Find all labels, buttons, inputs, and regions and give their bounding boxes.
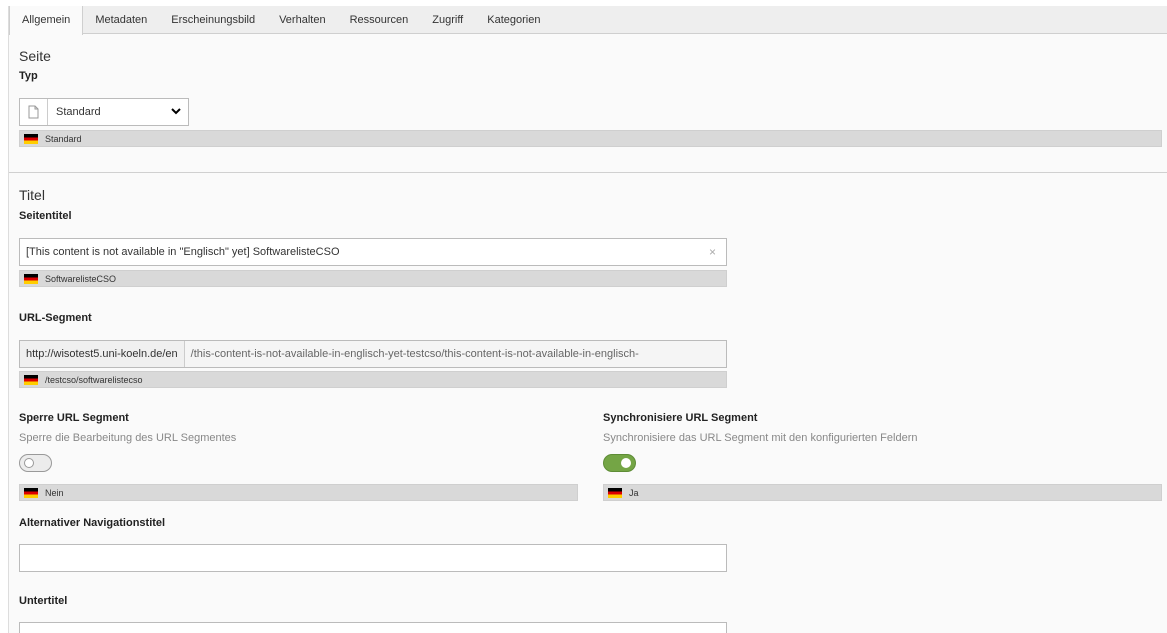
tab-ressourcen[interactable]: Ressourcen	[338, 6, 421, 34]
german-flag-icon	[24, 487, 38, 498]
german-flag-icon	[24, 374, 38, 385]
clear-icon[interactable]: ×	[709, 245, 716, 259]
seitentitel-default-text: SoftwarelisteCSO	[45, 273, 117, 284]
tab-verhalten[interactable]: Verhalten	[267, 6, 337, 34]
url-segment-default-language-value: /testcso/softwarelistecso	[19, 371, 727, 388]
nav-title-label: Alternativer Navigationstitel	[19, 517, 166, 529]
url-segment-input[interactable]: /this-content-is-not-available-in-englis…	[184, 341, 726, 367]
seitentitel-default-language-value: SoftwarelisteCSO	[19, 270, 727, 287]
sperre-url-description: Sperre die Bearbeitung des URL Segmentes	[19, 432, 237, 444]
sperre-url-label: Sperre URL Segment	[19, 412, 129, 424]
tab-kategorien[interactable]: Kategorien	[475, 6, 552, 34]
typ-default-language-value: Standard	[19, 130, 1162, 147]
german-flag-icon	[608, 487, 622, 498]
tab-allgemein[interactable]: Allgemein	[9, 6, 84, 35]
section-titel-heading: Titel	[19, 187, 45, 203]
section-divider	[9, 172, 1167, 173]
sperre-url-default-text: Nein	[45, 487, 64, 498]
sperre-url-default-language-value: Nein	[19, 484, 578, 501]
sync-url-label: Synchronisiere URL Segment	[603, 412, 758, 424]
section-seite-heading: Seite	[19, 48, 51, 64]
seitentitel-label: Seitentitel	[19, 210, 72, 222]
typ-default-text: Standard	[45, 133, 82, 144]
url-prefix: http://wisotest5.uni-koeln.de/en	[20, 341, 185, 367]
typ-label: Typ	[19, 70, 38, 82]
url-segment-field[interactable]: http://wisotest5.uni-koeln.de/en /this-c…	[19, 340, 727, 368]
chevron-down-icon	[164, 107, 188, 118]
toggle-knob	[621, 458, 631, 468]
sync-url-default-text: Ja	[629, 487, 639, 498]
url-segment-label: URL-Segment	[19, 312, 92, 324]
seitentitel-input-value: [This content is not available in "Engli…	[26, 246, 340, 258]
tab-zugriff[interactable]: Zugriff	[420, 6, 475, 34]
url-segment-default-text: /testcso/softwarelistecso	[45, 374, 143, 385]
untertitel-label: Untertitel	[19, 595, 68, 607]
seitentitel-input[interactable]: [This content is not available in "Engli…	[19, 238, 727, 266]
tab-metadaten[interactable]: Metadaten	[83, 6, 159, 34]
typ-select-value: Standard	[56, 106, 101, 118]
toggle-knob	[24, 458, 34, 468]
tab-erscheinungsbild[interactable]: Erscheinungsbild	[159, 6, 267, 34]
typ-select[interactable]: Standard	[19, 98, 189, 126]
sync-url-default-language-value: Ja	[603, 484, 1162, 501]
german-flag-icon	[24, 273, 38, 284]
untertitel-input[interactable]	[19, 622, 727, 633]
sync-url-description: Synchronisiere das URL Segment mit den k…	[603, 432, 918, 444]
sperre-url-toggle[interactable]	[19, 454, 52, 472]
german-flag-icon	[24, 133, 38, 144]
page-icon	[20, 99, 48, 125]
sync-url-toggle[interactable]	[603, 454, 636, 472]
tab-bar: Allgemein Metadaten Erscheinungsbild Ver…	[9, 6, 1167, 35]
page-properties-form: Allgemein Metadaten Erscheinungsbild Ver…	[8, 6, 1167, 633]
nav-title-input[interactable]	[19, 544, 727, 572]
